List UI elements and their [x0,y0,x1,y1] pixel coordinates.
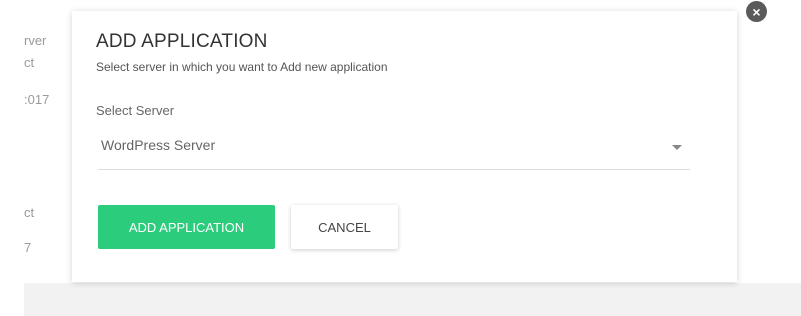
close-icon[interactable]: × [746,1,767,22]
background-text: 7 [24,240,32,255]
modal-title: ADD APPLICATION [96,31,268,52]
background-text: ct [24,205,35,220]
server-select-value: WordPress Server [101,137,216,153]
caret-down-icon [672,145,682,150]
background-right-strip [730,0,801,283]
add-application-modal: ADD APPLICATION Select server in which y… [72,11,737,282]
background-footer [0,283,801,316]
background-text: :017 [24,92,50,107]
select-server-label: Select Server [96,103,175,118]
cancel-button[interactable]: CANCEL [291,205,398,249]
background-text: rver [24,33,47,48]
background-left-margin [0,0,24,316]
background-text: ct [24,55,35,70]
modal-subtitle: Select server in which you want to Add n… [96,60,388,74]
server-select[interactable]: WordPress Server [98,131,690,170]
add-application-button[interactable]: ADD APPLICATION [98,205,275,249]
